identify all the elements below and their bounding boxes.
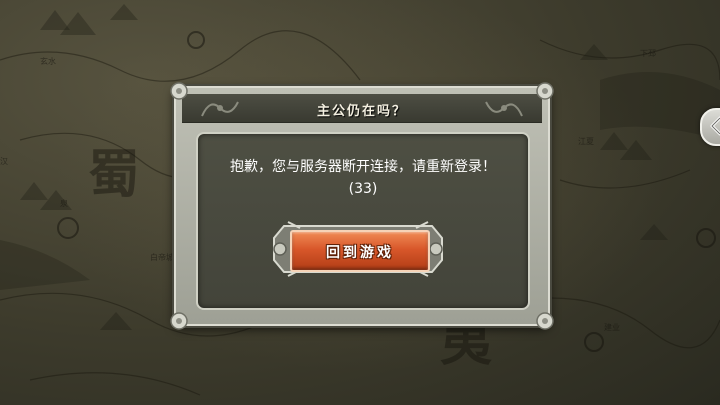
corner-ornament-icon	[170, 312, 188, 330]
map-city-label: 江夏	[578, 137, 594, 146]
map-city-label: 建业	[604, 323, 620, 332]
map-city-label: 下邳	[640, 49, 656, 58]
map-region-label: 蜀	[88, 144, 141, 205]
disconnect-dialog: 主公仍在吗？ 抱歉，您与服务器断开连接，请重新登录！(33) 回到游戏	[170, 82, 554, 330]
corner-ornament-icon	[536, 82, 554, 100]
corner-ornament-icon	[170, 82, 188, 100]
side-panel-toggle-button[interactable]	[700, 108, 720, 146]
disconnect-message: 抱歉，您与服务器断开连接，请重新登录！(33)	[230, 159, 496, 197]
map-city-label: 汉	[0, 157, 8, 166]
return-to-game-button[interactable]: 回到游戏	[290, 230, 430, 272]
dialog-title-bar: 主公仍在吗？	[182, 94, 542, 123]
map-city-label: 泉	[60, 199, 68, 208]
map-city-label: 白帝城	[150, 253, 174, 262]
return-button-frame: 回到游戏	[270, 218, 446, 280]
map-city-label: 玄水	[40, 57, 56, 66]
dialog-content-panel: 抱歉，您与服务器断开连接，请重新登录！(33) 回到游戏	[196, 132, 530, 310]
game-screen: 蜀 夷 玄水 泉 汉 下邳 建业 江夏 白帝城 主公仍在吗？ 抱歉，您与服务器断…	[0, 0, 720, 405]
chevron-left-icon	[710, 116, 720, 136]
corner-ornament-icon	[536, 312, 554, 330]
dialog-title: 主公仍在吗？	[316, 104, 407, 119]
return-to-game-label: 回到游戏	[326, 245, 394, 261]
